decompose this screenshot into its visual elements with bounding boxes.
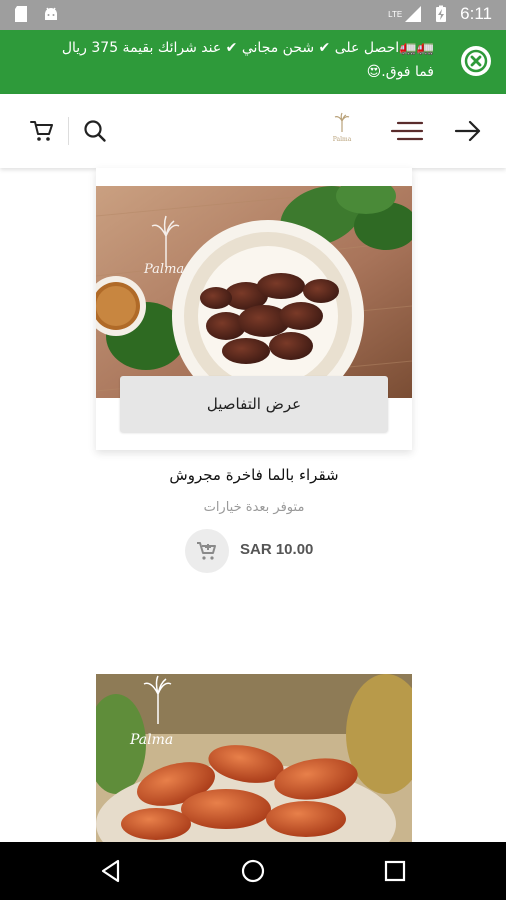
image-watermark-text-2: Palma bbox=[130, 732, 174, 748]
network-type: LTE bbox=[388, 9, 403, 19]
promo-text: 🚛🚛احصل على ✔ شحن مجاني ✔ عند شرائك بقيمة… bbox=[61, 40, 434, 80]
product-name[interactable]: شقراء بالما فاخرة مجروش bbox=[96, 466, 412, 484]
close-circle-icon bbox=[463, 48, 489, 74]
promo-close-button[interactable] bbox=[461, 46, 491, 76]
add-cart-icon bbox=[197, 542, 216, 560]
nav-home-button[interactable] bbox=[238, 856, 268, 886]
view-details-button[interactable]: عرض التفاصيل bbox=[120, 376, 388, 432]
product-image[interactable]: Palma bbox=[96, 186, 412, 398]
sd-card-icon bbox=[15, 6, 27, 22]
system-nav-bar bbox=[0, 842, 506, 900]
signal-icon bbox=[405, 6, 422, 22]
search-icon bbox=[84, 120, 106, 142]
menu-button[interactable] bbox=[389, 113, 425, 149]
brand-logo[interactable]: Palma bbox=[322, 112, 362, 148]
product-card-2[interactable]: Palma bbox=[96, 674, 412, 842]
android-icon bbox=[45, 7, 57, 20]
clock: 6:11 bbox=[460, 4, 492, 23]
nav-home-icon bbox=[241, 859, 265, 883]
battery-charging-icon bbox=[436, 5, 447, 22]
search-button[interactable] bbox=[77, 113, 113, 149]
palm-logo-icon bbox=[334, 112, 350, 132]
hamburger-menu-icon bbox=[390, 121, 424, 141]
status-bar: LTE 6:11 bbox=[0, 0, 506, 30]
cart-button[interactable] bbox=[24, 113, 60, 149]
cart-icon bbox=[30, 121, 53, 141]
app-header: Palma bbox=[0, 94, 506, 168]
nav-recents-icon bbox=[384, 860, 406, 882]
nav-recents-button[interactable] bbox=[380, 856, 410, 886]
product-availability: متوفر بعدة خيارات bbox=[203, 500, 305, 515]
product-price: SAR 10.00 bbox=[240, 541, 314, 558]
product-card[interactable]: Palma عرض التفاصيل bbox=[96, 168, 412, 450]
product-image-2[interactable] bbox=[96, 674, 412, 842]
promo-banner: 🚛🚛احصل على ✔ شحن مجاني ✔ عند شرائك بقيمة… bbox=[0, 30, 506, 94]
nav-back-button[interactable] bbox=[96, 856, 126, 886]
header-divider bbox=[68, 117, 69, 145]
image-watermark-text: Palma bbox=[144, 262, 185, 277]
nav-back-icon bbox=[101, 859, 120, 883]
add-to-cart-button[interactable] bbox=[185, 529, 229, 573]
back-button[interactable] bbox=[450, 113, 486, 149]
arrow-right-icon bbox=[454, 120, 481, 142]
logo-text: Palma bbox=[332, 136, 352, 143]
